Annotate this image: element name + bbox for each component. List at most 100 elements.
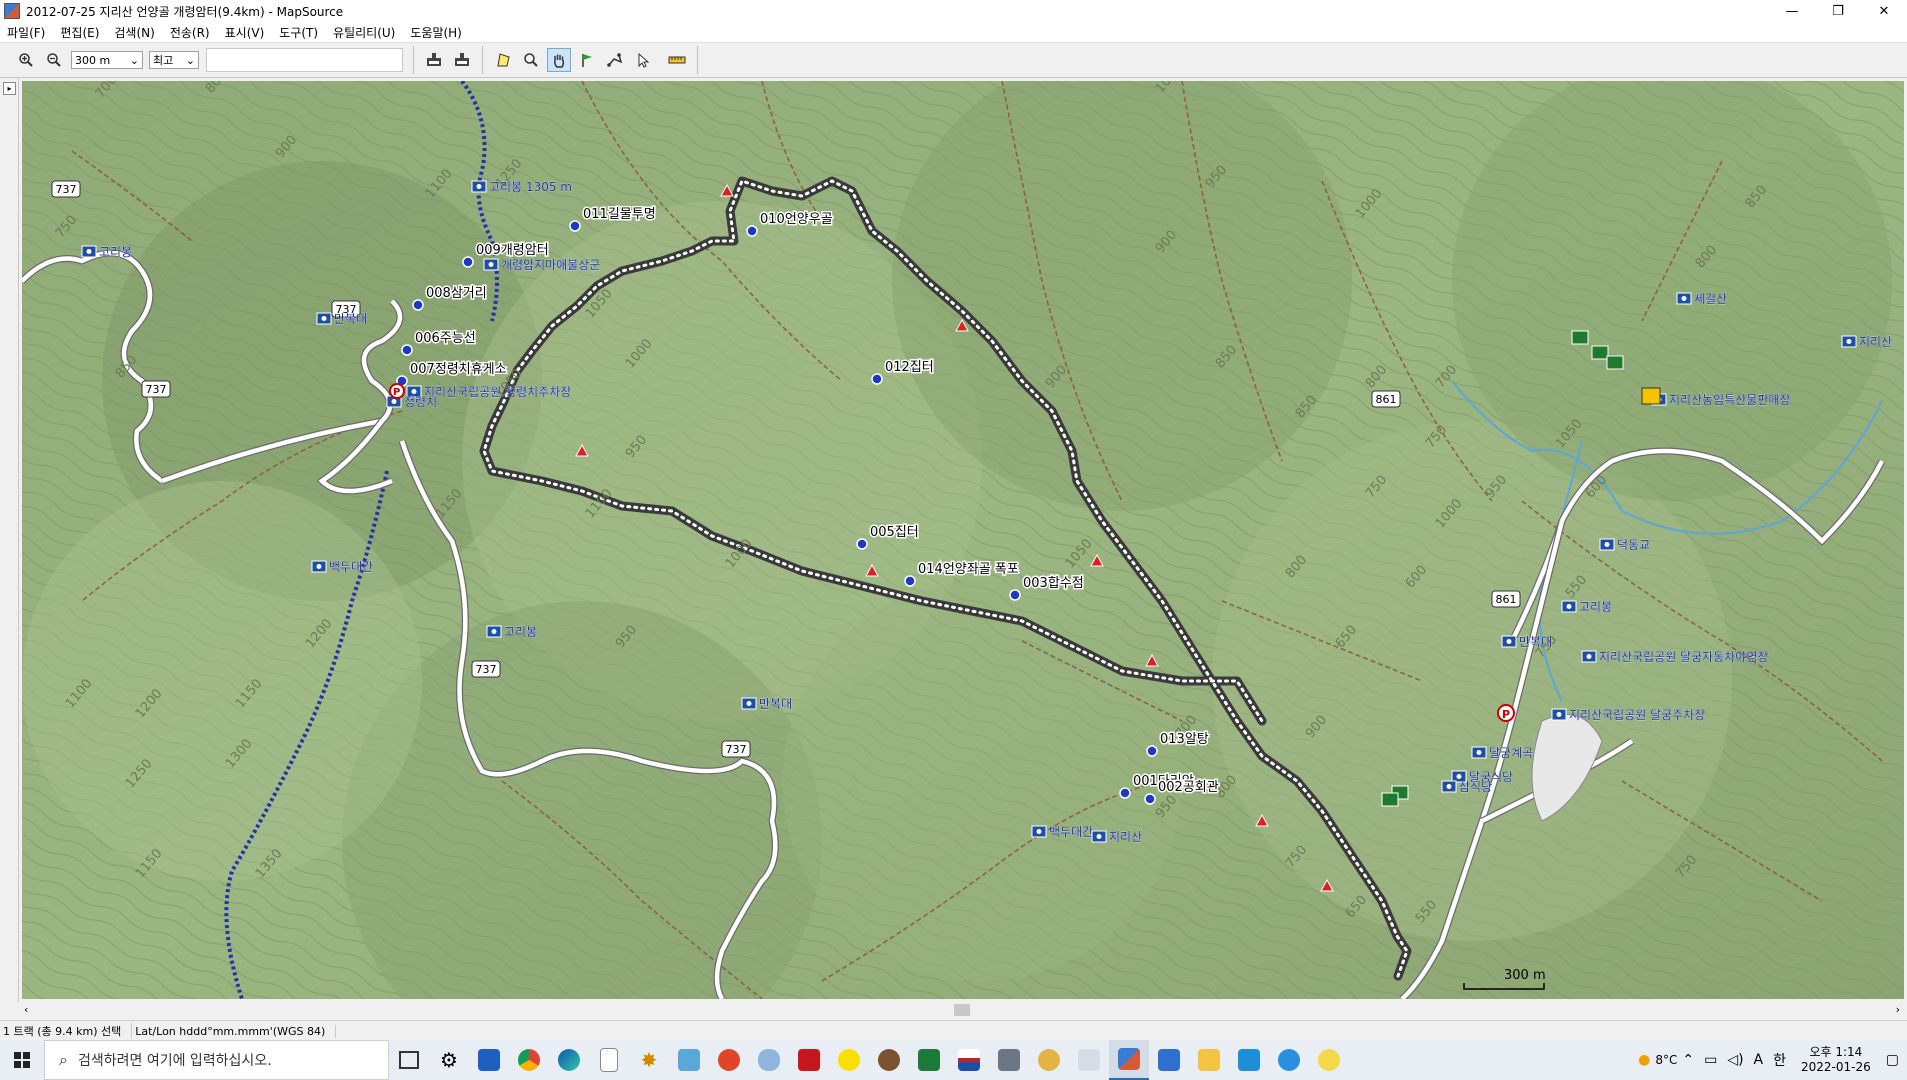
language-indicator[interactable]: 한 xyxy=(1773,1050,1786,1070)
taskbar-kakaotalk[interactable] xyxy=(829,1040,869,1080)
weather-temp[interactable]: 8°C xyxy=(1655,1053,1677,1067)
scroll-left-arrow-icon[interactable]: ‹ xyxy=(24,1003,28,1016)
network-icon[interactable]: ▭ xyxy=(1704,1052,1717,1068)
zoom-in-button[interactable] xyxy=(14,48,38,72)
poi-label: 지리산 xyxy=(1109,830,1142,844)
menu-edit[interactable]: 편집(E) xyxy=(53,24,107,41)
poi-p9[interactable]: 세걸산 xyxy=(1676,292,1727,306)
taskbar-app-sun[interactable]: ✸ xyxy=(629,1040,669,1080)
horizontal-scrollbar[interactable]: ‹ › xyxy=(22,1002,1904,1019)
notification-icon[interactable]: ▢ xyxy=(1886,1052,1899,1068)
volume-icon[interactable]: ◁) xyxy=(1727,1052,1743,1068)
hand-tool-button[interactable] xyxy=(547,48,571,72)
detail-level-value: 최고 xyxy=(153,54,174,67)
taskbar-app-hangul[interactable] xyxy=(1229,1040,1269,1080)
map-canvas[interactable]: 8007009001100 125075085010501000105011509… xyxy=(22,81,1904,999)
poi-p8[interactable]: 만복대 xyxy=(741,697,792,711)
poi-p7[interactable]: 고리봉 xyxy=(486,625,537,639)
poi-label: 개령암지마애불상군 xyxy=(501,258,600,272)
menu-utilities[interactable]: 유틸리티(U) xyxy=(326,24,403,41)
poi-p20[interactable]: 삼식당 xyxy=(1441,780,1492,794)
poi-p3[interactable]: 만복대 xyxy=(316,312,367,326)
ime-mode[interactable]: A xyxy=(1754,1052,1764,1068)
selection-tool-button[interactable] xyxy=(631,48,655,72)
zoom-scale-select[interactable]: 300 m ⌄ xyxy=(71,51,143,69)
poi-p12[interactable]: 고리봉 xyxy=(1561,600,1612,614)
mapsource-app-icon xyxy=(4,3,20,19)
poi-p2[interactable]: 고리봉 xyxy=(81,245,132,259)
taskbar-settings[interactable]: ⚙ xyxy=(429,1040,469,1080)
menu-tools[interactable]: 도구(T) xyxy=(272,24,326,41)
chevron-up-icon[interactable]: ⌃ xyxy=(1682,1052,1694,1068)
taskbar-photos[interactable] xyxy=(669,1040,709,1080)
taskbar-app-duck[interactable] xyxy=(1309,1040,1349,1080)
taskbar-edge[interactable] xyxy=(549,1040,589,1080)
poi-p22[interactable]: 백두대간 xyxy=(1031,825,1093,839)
poi-p14[interactable]: 지리산국립공원 달궁주차장 xyxy=(1551,708,1705,722)
scroll-right-arrow-icon[interactable]: › xyxy=(1896,1003,1900,1016)
detail-level-select[interactable]: 최고 ⌄ xyxy=(149,51,199,69)
menu-file[interactable]: 파일(F) xyxy=(0,24,53,41)
send-to-device-button[interactable] xyxy=(450,48,474,72)
poi-p21[interactable]: 지리산 xyxy=(1091,830,1142,844)
taskbar-app-chart[interactable] xyxy=(909,1040,949,1080)
taskbar-calculator[interactable] xyxy=(989,1040,1029,1080)
hangul-app-icon xyxy=(1238,1049,1260,1071)
scrollbar-thumb[interactable] xyxy=(954,1004,970,1016)
topographic-map[interactable]: 800 700 900 1100 1250 750 850 1050 1000 1050 1150 9… xyxy=(22,81,1904,999)
route-tool-button[interactable] xyxy=(603,48,627,72)
menu-help[interactable]: 도움말(H) xyxy=(403,24,470,41)
poi-p13[interactable]: 지리산국립공원 달궁자동차야영장 xyxy=(1581,650,1769,664)
poi-p6[interactable]: 개령암지마애불상군 xyxy=(483,258,601,272)
expand-panel-button[interactable]: ▸ xyxy=(3,82,16,95)
taskbar-app-cloud[interactable] xyxy=(749,1040,789,1080)
cloud-icon xyxy=(758,1049,780,1071)
taskbar-ie[interactable] xyxy=(1269,1040,1309,1080)
menu-search[interactable]: 검색(N) xyxy=(107,24,162,41)
taskbar-app-red[interactable] xyxy=(709,1040,749,1080)
receive-from-device-button[interactable] xyxy=(422,48,446,72)
taskbar-notepad[interactable] xyxy=(589,1040,629,1080)
map-select-button[interactable] xyxy=(491,48,515,72)
distance-tool-button[interactable] xyxy=(665,48,689,72)
poi-p16[interactable]: 만복대 xyxy=(1501,635,1552,649)
taskbar-app-blue[interactable] xyxy=(1149,1040,1189,1080)
taskbar-mapsource[interactable] xyxy=(1109,1040,1149,1080)
poi-p18[interactable]: 지리산 xyxy=(1841,335,1892,349)
zoom-out-button[interactable] xyxy=(42,48,66,72)
taskbar-store[interactable] xyxy=(469,1040,509,1080)
menu-transfer[interactable]: 전송(R) xyxy=(163,24,218,41)
taskbar-app-mascot[interactable] xyxy=(1029,1040,1069,1080)
waypoint-label: 003합수점 xyxy=(1023,576,1084,591)
zoom-out-icon xyxy=(47,53,61,67)
toolbar: 300 m ⌄ 최고 ⌄ xyxy=(0,43,1907,78)
coordinate-format: Lat/Lon hddd°mm.mmm'(WGS 84) xyxy=(132,1024,337,1038)
close-button[interactable]: ✕ xyxy=(1861,0,1907,22)
poi-p10[interactable]: 지리산농임특산물판매장 xyxy=(1651,393,1791,407)
waypoint-tool-button[interactable] xyxy=(575,48,599,72)
road-shield-number: 737 xyxy=(726,743,747,756)
taskbar-app-pen[interactable] xyxy=(1069,1040,1109,1080)
taskbar-file-explorer[interactable] xyxy=(1189,1040,1229,1080)
poi-p15[interactable]: 달궁계곡 xyxy=(1471,746,1533,760)
waypoint-label: 014언양좌골 폭포 xyxy=(918,562,1019,577)
poi-p17[interactable]: 백두대간 xyxy=(311,560,373,574)
minimize-button[interactable]: — xyxy=(1769,0,1815,22)
taskbar-app-p[interactable] xyxy=(789,1040,829,1080)
taskbar-chrome[interactable] xyxy=(509,1040,549,1080)
menu-view[interactable]: 표시(V) xyxy=(218,24,273,41)
taskbar-search[interactable]: ⌕ 검색하려면 여기에 입력하십시오. xyxy=(44,1040,389,1080)
start-button[interactable] xyxy=(0,1040,44,1080)
toolbar-combo[interactable] xyxy=(206,48,403,72)
zoom-tool-button[interactable] xyxy=(519,48,543,72)
face-icon xyxy=(878,1049,900,1071)
clock[interactable]: 오후 1:14 2022-01-26 xyxy=(1801,1045,1871,1075)
task-view-button[interactable] xyxy=(389,1040,429,1080)
restore-button[interactable]: ❐ xyxy=(1815,0,1861,22)
poi-label: 고리봉 xyxy=(99,245,132,259)
route-icon xyxy=(607,53,623,67)
poi-p11[interactable]: 덕동교 xyxy=(1599,538,1650,552)
taskbar-app-flag[interactable] xyxy=(949,1040,989,1080)
taskbar-app-face[interactable] xyxy=(869,1040,909,1080)
poi-label: 지리산국립공원 달궁주차장 xyxy=(1569,708,1705,722)
